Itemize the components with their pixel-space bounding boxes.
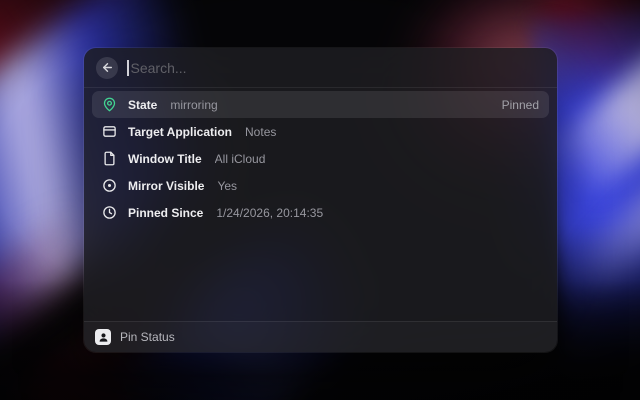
list-item-pinned-since[interactable]: Pinned Since 1/24/2026, 20:14:35 <box>92 199 549 226</box>
list-item-value: 1/24/2026, 20:14:35 <box>216 206 531 220</box>
detail-list: State mirroring Pinned Target Applicatio… <box>84 88 557 321</box>
list-item-label: Pinned Since <box>128 206 203 220</box>
location-pin-icon <box>102 97 117 112</box>
arrow-left-icon <box>101 61 114 74</box>
extension-icon <box>95 329 111 345</box>
footer-bar: Pin Status <box>84 321 557 352</box>
list-item-mirror-visible[interactable]: Mirror Visible Yes <box>92 172 549 199</box>
list-item-value: Notes <box>245 125 531 139</box>
back-button[interactable] <box>96 57 118 79</box>
list-item-value: All iCloud <box>215 152 531 166</box>
list-item-label: Window Title <box>128 152 202 166</box>
list-item-target-application[interactable]: Target Application Notes <box>92 118 549 145</box>
clock-icon <box>102 205 117 220</box>
search-input[interactable] <box>129 60 546 76</box>
app-window-icon <box>102 124 117 139</box>
list-item-value: Yes <box>217 179 531 193</box>
footer-command-title: Pin Status <box>120 330 175 344</box>
list-item-state[interactable]: State mirroring Pinned <box>92 91 549 118</box>
list-item-label: Target Application <box>128 125 232 139</box>
list-item-accessory: Pinned <box>502 98 539 112</box>
search-bar <box>84 48 557 88</box>
document-icon <box>102 151 117 166</box>
command-palette-window: State mirroring Pinned Target Applicatio… <box>84 48 557 352</box>
eye-icon <box>102 178 117 193</box>
list-item-label: Mirror Visible <box>128 179 204 193</box>
list-item-window-title[interactable]: Window Title All iCloud <box>92 145 549 172</box>
list-item-label: State <box>128 98 157 112</box>
list-item-value: mirroring <box>170 98 493 112</box>
